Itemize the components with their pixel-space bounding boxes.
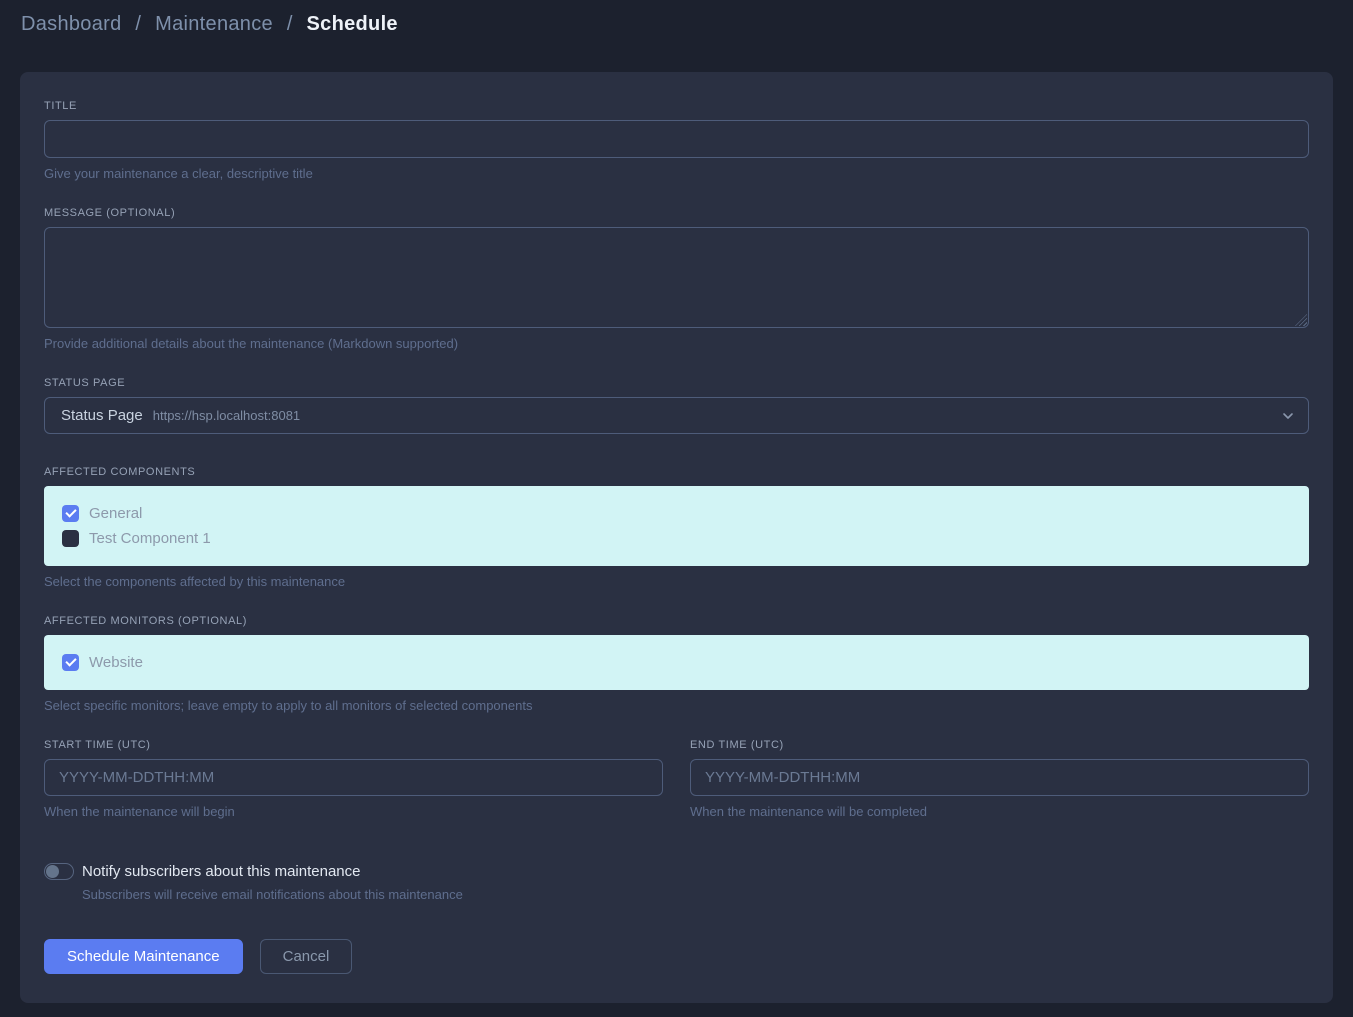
breadcrumb-current-schedule: Schedule xyxy=(307,13,398,35)
status-page-select[interactable]: Status Page https://hsp.localhost:8081 xyxy=(44,397,1309,434)
toggle-knob xyxy=(46,865,59,878)
affected-components-box: General Test Component 1 xyxy=(44,486,1309,566)
affected-components-helper-text: Select the components affected by this m… xyxy=(44,574,1309,589)
title-helper-text: Give your maintenance a clear, descripti… xyxy=(44,166,1309,181)
affected-monitors-label: AFFECTED MONITORS (OPTIONAL) xyxy=(44,615,1309,627)
message-label: MESSAGE (OPTIONAL) xyxy=(44,207,1309,219)
cancel-button[interactable]: Cancel xyxy=(260,939,353,974)
time-row: START TIME (UTC) When the maintenance wi… xyxy=(44,739,1309,819)
affected-monitors-group: AFFECTED MONITORS (OPTIONAL) Website Sel… xyxy=(44,615,1309,713)
component-option-label: Test Component 1 xyxy=(89,530,211,547)
end-time-label: END TIME (UTC) xyxy=(690,739,1309,751)
checkbox-general[interactable] xyxy=(62,505,79,522)
title-label: TITLE xyxy=(44,100,1309,112)
message-helper-text: Provide additional details about the mai… xyxy=(44,336,1309,351)
affected-components-label: AFFECTED COMPONENTS xyxy=(44,466,1309,478)
status-page-label: STATUS PAGE xyxy=(44,377,1309,389)
notify-subscribers-label: Notify subscribers about this maintenanc… xyxy=(82,863,360,880)
start-time-label: START TIME (UTC) xyxy=(44,739,663,751)
breadcrumb: Dashboard / Maintenance / Schedule xyxy=(21,13,1353,36)
chevron-down-icon xyxy=(1282,410,1294,422)
checkbox-website[interactable] xyxy=(62,654,79,671)
status-page-selected-url: https://hsp.localhost:8081 xyxy=(153,408,300,423)
component-option-label: General xyxy=(89,505,142,522)
end-time-group: END TIME (UTC) When the maintenance will… xyxy=(690,739,1309,819)
affected-components-group: AFFECTED COMPONENTS General Test Compone… xyxy=(44,466,1309,589)
monitor-option-label: Website xyxy=(89,654,143,671)
affected-monitors-box: Website xyxy=(44,635,1309,690)
start-time-group: START TIME (UTC) When the maintenance wi… xyxy=(44,739,663,819)
notify-group: Notify subscribers about this maintenanc… xyxy=(44,863,1309,902)
notify-helper-text: Subscribers will receive email notificat… xyxy=(82,887,1309,902)
component-option-general[interactable]: General xyxy=(62,505,1291,522)
monitor-option-website[interactable]: Website xyxy=(62,654,1291,671)
title-input[interactable] xyxy=(44,120,1309,158)
message-textarea[interactable] xyxy=(44,227,1309,328)
breadcrumb-separator: / xyxy=(135,13,141,35)
affected-monitors-helper-text: Select specific monitors; leave empty to… xyxy=(44,698,1309,713)
status-page-group: STATUS PAGE Status Page https://hsp.loca… xyxy=(44,377,1309,434)
status-page-selected-name: Status Page xyxy=(61,407,143,424)
breadcrumb-separator: / xyxy=(287,13,293,35)
top-bar: Dashboard / Maintenance / Schedule xyxy=(0,0,1353,52)
notify-subscribers-toggle[interactable] xyxy=(44,863,74,880)
start-time-input[interactable] xyxy=(44,759,663,796)
schedule-maintenance-button[interactable]: Schedule Maintenance xyxy=(44,939,243,974)
start-time-helper-text: When the maintenance will begin xyxy=(44,804,663,819)
end-time-helper-text: When the maintenance will be completed xyxy=(690,804,1309,819)
breadcrumb-dashboard[interactable]: Dashboard xyxy=(21,13,122,35)
message-group: MESSAGE (OPTIONAL) Provide additional de… xyxy=(44,207,1309,351)
schedule-maintenance-form-card: TITLE Give your maintenance a clear, des… xyxy=(20,72,1333,1003)
component-option-test-component-1[interactable]: Test Component 1 xyxy=(62,530,1291,547)
end-time-input[interactable] xyxy=(690,759,1309,796)
form-actions: Schedule Maintenance Cancel xyxy=(44,939,1309,974)
title-group: TITLE Give your maintenance a clear, des… xyxy=(44,100,1309,181)
checkbox-test-component-1[interactable] xyxy=(62,530,79,547)
breadcrumb-maintenance[interactable]: Maintenance xyxy=(155,13,273,35)
